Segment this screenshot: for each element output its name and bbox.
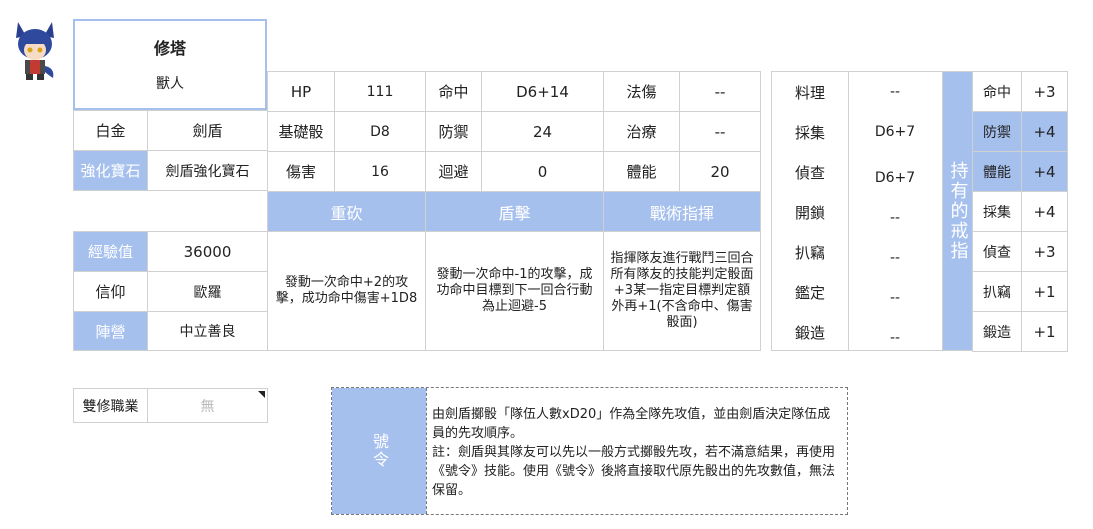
hp-value: 111 — [334, 71, 426, 112]
skill-name-shield-bash: 盾擊 — [425, 191, 604, 232]
faith-value: 歐羅 — [147, 271, 268, 312]
character-name: 修塔 — [153, 39, 186, 58]
dual-class-select[interactable]: 無 — [147, 388, 268, 423]
ring-value: +1 — [1021, 271, 1068, 312]
ring-value: +4 — [1021, 191, 1068, 232]
life-skill-label: 鑑定 — [794, 283, 825, 302]
command-title-text: 號令 — [370, 433, 389, 469]
life-skill-label: 扒竊 — [794, 243, 825, 262]
command-title: 號令 — [332, 388, 426, 514]
life-skill-label: 鍛造 — [794, 323, 825, 342]
ring-label: 採集 — [972, 191, 1022, 232]
avatar — [12, 18, 58, 82]
rank-cell: 白金 — [73, 110, 148, 151]
base-dice-label: 基礎骰 — [267, 111, 335, 152]
dual-class-label: 雙修職業 — [73, 388, 148, 423]
life-skill-label: 偵查 — [794, 163, 825, 182]
rings-header-text: 持有的戒指 — [947, 161, 969, 261]
alignment-value: 中立善良 — [147, 311, 268, 351]
stamina-value: 20 — [679, 151, 761, 192]
life-skill-row: 鑑定 -- — [772, 272, 942, 312]
hit-value: D6+14 — [481, 71, 604, 112]
skill-desc-tactical-command: 指揮隊友進行戰鬥三回合所有隊友的技能判定骰面+3某一指定目標判定額外再+1(不含… — [603, 231, 761, 351]
base-dice-value: D8 — [334, 111, 426, 152]
skill-desc-shield-bash: 發動一次命中-1的攻擊，成功命中目標到下一回合行動為止迴避-5 — [425, 231, 604, 351]
ring-value: +3 — [1021, 71, 1068, 112]
gem-label: 強化寶石 — [73, 150, 148, 191]
life-skill-label: 開鎖 — [794, 203, 825, 222]
stamina-label: 體能 — [603, 151, 680, 192]
ring-value: +3 — [1021, 231, 1068, 272]
gem-value: 劍盾強化寶石 — [147, 150, 268, 191]
ring-label: 扒竊 — [972, 271, 1022, 312]
life-skill-label: 料理 — [794, 83, 825, 102]
life-skill-value: -- — [889, 84, 901, 100]
character-race: 獸人 — [156, 76, 184, 92]
faith-label: 信仰 — [73, 271, 148, 312]
defense-label: 防禦 — [425, 111, 482, 152]
life-skill-row: 採集 D6+7 — [772, 112, 942, 152]
skill-name-tactical-command: 戰術指揮 — [603, 191, 761, 232]
class-cell: 劍盾 — [147, 110, 268, 151]
ring-label: 偵查 — [972, 231, 1022, 272]
life-skill-label: 採集 — [794, 123, 825, 142]
rings-header: 持有的戒指 — [942, 71, 973, 351]
life-skill-row: 鍛造 -- — [772, 312, 942, 352]
hit-label: 命中 — [425, 71, 482, 112]
life-skill-value: -- — [889, 330, 901, 346]
ring-value: +1 — [1021, 311, 1068, 352]
alignment-label: 陣營 — [73, 311, 148, 351]
life-skill-row: 開鎖 -- — [772, 192, 942, 232]
life-skill-row: 扒竊 -- — [772, 232, 942, 272]
life-skill-row: 偵查 D6+7 — [772, 152, 942, 192]
damage-value: 16 — [334, 151, 426, 192]
wolf-boy-avatar-icon — [16, 22, 54, 80]
exp-value: 36000 — [147, 231, 268, 272]
dodge-value: 0 — [481, 151, 604, 192]
ring-label: 鍛造 — [972, 311, 1022, 352]
ring-value: +4 — [1021, 151, 1068, 192]
defense-value: 24 — [481, 111, 604, 152]
dual-class-value: 無 — [200, 398, 215, 415]
character-card: 修塔 獸人 — [73, 19, 267, 110]
hp-label: HP — [267, 71, 335, 112]
dropdown-corner-icon — [258, 391, 265, 398]
heal-label: 治療 — [603, 111, 680, 152]
command-box: 號令 由劍盾擲骰「隊伍人數xD20」作為全隊先攻值，並由劍盾決定隊伍成員的先攻順… — [331, 387, 848, 515]
life-skill-value: D6+7 — [874, 124, 916, 140]
ring-label: 體能 — [972, 151, 1022, 192]
skill-name-heavy-slash: 重砍 — [267, 191, 426, 232]
command-text: 由劍盾擲骰「隊伍人數xD20」作為全隊先攻值，並由劍盾決定隊伍成員的先攻順序。 … — [432, 407, 836, 498]
ring-label: 防禦 — [972, 111, 1022, 152]
command-divider — [426, 388, 427, 514]
ring-value: +4 — [1021, 111, 1068, 152]
ring-label: 命中 — [972, 71, 1022, 112]
magic-value: -- — [679, 71, 761, 112]
exp-label: 經驗值 — [73, 231, 148, 272]
skill-desc-heavy-slash: 發動一次命中+2的攻擊，成功命中傷害+1D8 — [267, 231, 426, 351]
life-skill-divider — [848, 72, 849, 350]
dodge-label: 迴避 — [425, 151, 482, 192]
damage-label: 傷害 — [267, 151, 335, 192]
life-skills-table: 料理 -- 採集 D6+7 偵查 D6+7 開鎖 -- 扒竊 -- 鑑定 -- 鍛造 -- — [771, 71, 943, 351]
magic-label: 法傷 — [603, 71, 680, 112]
heal-value: -- — [679, 111, 761, 152]
life-skill-row: 料理 -- — [772, 72, 942, 112]
